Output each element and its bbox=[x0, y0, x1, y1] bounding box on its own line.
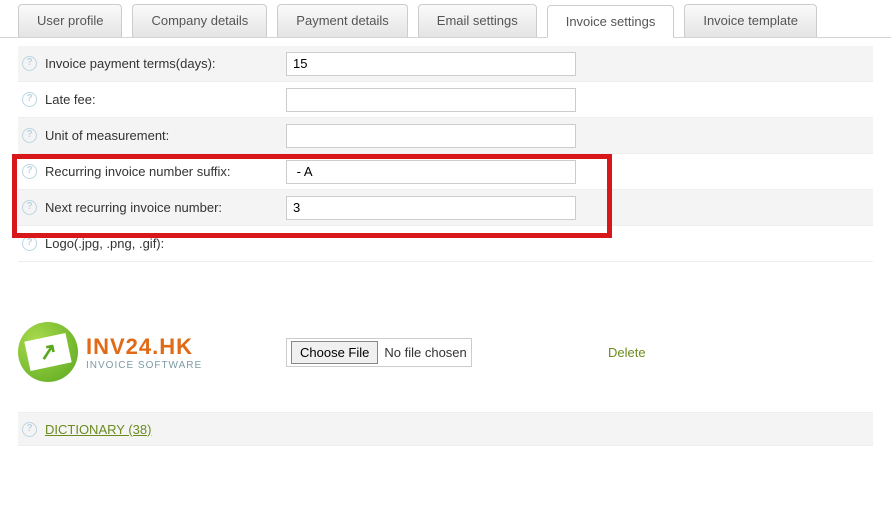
arrow-up-icon: ↗ bbox=[36, 337, 59, 366]
logo-subtitle: INVOICE SOFTWARE bbox=[86, 360, 202, 371]
help-icon[interactable]: ? bbox=[22, 164, 37, 179]
help-icon[interactable]: ? bbox=[22, 92, 37, 107]
tab-invoice-template[interactable]: Invoice template bbox=[684, 4, 817, 37]
help-icon[interactable]: ? bbox=[22, 422, 37, 437]
tab-email-settings[interactable]: Email settings bbox=[418, 4, 537, 37]
input-payment-terms[interactable] bbox=[286, 52, 576, 76]
file-status: No file chosen bbox=[384, 345, 466, 360]
row-recurring-suffix: ? Recurring invoice number suffix: bbox=[18, 154, 873, 190]
label-logo: Logo(.jpg, .png, .gif): bbox=[45, 236, 164, 251]
logo-image: ↗ INV24.HK INVOICE SOFTWARE bbox=[18, 322, 202, 382]
label-next-recurring: Next recurring invoice number: bbox=[45, 200, 222, 215]
input-late-fee[interactable] bbox=[286, 88, 576, 112]
row-logo-label: ? Logo(.jpg, .png, .gif): bbox=[18, 226, 873, 262]
help-icon[interactable]: ? bbox=[22, 200, 37, 215]
logo-circle-icon: ↗ bbox=[18, 322, 78, 382]
tab-invoice-settings[interactable]: Invoice settings bbox=[547, 5, 675, 38]
logo-title: INV24.HK bbox=[86, 334, 202, 360]
row-late-fee: ? Late fee: bbox=[18, 82, 873, 118]
label-unit-measurement: Unit of measurement: bbox=[45, 128, 169, 143]
help-icon[interactable]: ? bbox=[22, 236, 37, 251]
help-icon[interactable]: ? bbox=[22, 128, 37, 143]
help-icon[interactable]: ? bbox=[22, 56, 37, 71]
label-recurring-suffix: Recurring invoice number suffix: bbox=[45, 164, 230, 179]
settings-form: ? Invoice payment terms(days): ? Late fe… bbox=[0, 38, 891, 466]
tab-company-details[interactable]: Company details bbox=[132, 4, 267, 37]
input-recurring-suffix[interactable] bbox=[286, 160, 576, 184]
row-dictionary: ? DICTIONARY (38) bbox=[18, 412, 873, 446]
label-late-fee: Late fee: bbox=[45, 92, 96, 107]
input-unit-measurement[interactable] bbox=[286, 124, 576, 148]
delete-link[interactable]: Delete bbox=[596, 345, 646, 360]
row-logo: ↗ INV24.HK INVOICE SOFTWARE Choose File … bbox=[18, 262, 873, 412]
tabs-bar: User profile Company details Payment det… bbox=[0, 0, 891, 38]
tab-payment-details[interactable]: Payment details bbox=[277, 4, 408, 37]
choose-file-button[interactable]: Choose File bbox=[291, 341, 378, 364]
dictionary-link[interactable]: DICTIONARY (38) bbox=[45, 422, 151, 437]
row-payment-terms: ? Invoice payment terms(days): bbox=[18, 46, 873, 82]
row-unit-measurement: ? Unit of measurement: bbox=[18, 118, 873, 154]
row-next-recurring: ? Next recurring invoice number: bbox=[18, 190, 873, 226]
input-next-recurring[interactable] bbox=[286, 196, 576, 220]
label-payment-terms: Invoice payment terms(days): bbox=[45, 56, 216, 71]
tab-user-profile[interactable]: User profile bbox=[18, 4, 122, 37]
